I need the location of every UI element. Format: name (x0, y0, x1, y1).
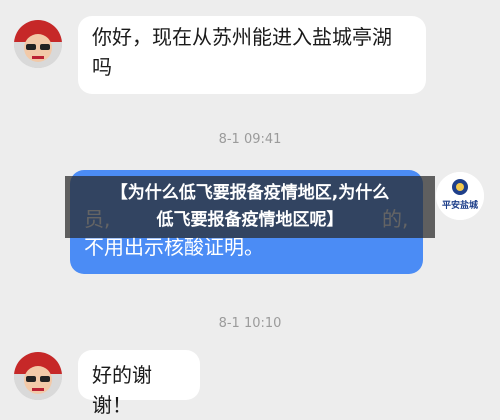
overlay-title-line1: 【为什么低飞要报备疫情地区,为什么 (110, 183, 390, 203)
title-overlay: 【为什么低飞要报备疫情地区,为什么 低飞要报备疫情地区呢】 (65, 176, 435, 234)
user-avatar-bottom[interactable] (14, 352, 62, 400)
user-avatar-image (14, 20, 62, 68)
incoming-message-bubble[interactable]: 好的谢谢！ (78, 350, 200, 417)
police-avatar[interactable]: 平安盐城 (436, 172, 484, 220)
user-avatar-image (14, 352, 62, 400)
police-badge-icon (436, 172, 484, 220)
message-text-line1: 你好，现在从苏州能进入盐城亭湖 (92, 25, 392, 49)
timestamp: 8-1 09:41 (218, 132, 282, 147)
incoming-message-bubble[interactable]: 你好，现在从苏州能进入盐城亭湖 吗 (78, 16, 426, 94)
overlay-title-line2: 低飞要报备疫情地区呢】 (156, 210, 344, 230)
user-avatar-top[interactable] (14, 20, 62, 68)
timestamp: 8-1 10:10 (218, 316, 282, 331)
avatar-logo-text: 平安盐城 (441, 201, 478, 211)
message-text-line2: 吗 (92, 55, 112, 79)
message-text: 好的谢谢！ (92, 363, 152, 417)
